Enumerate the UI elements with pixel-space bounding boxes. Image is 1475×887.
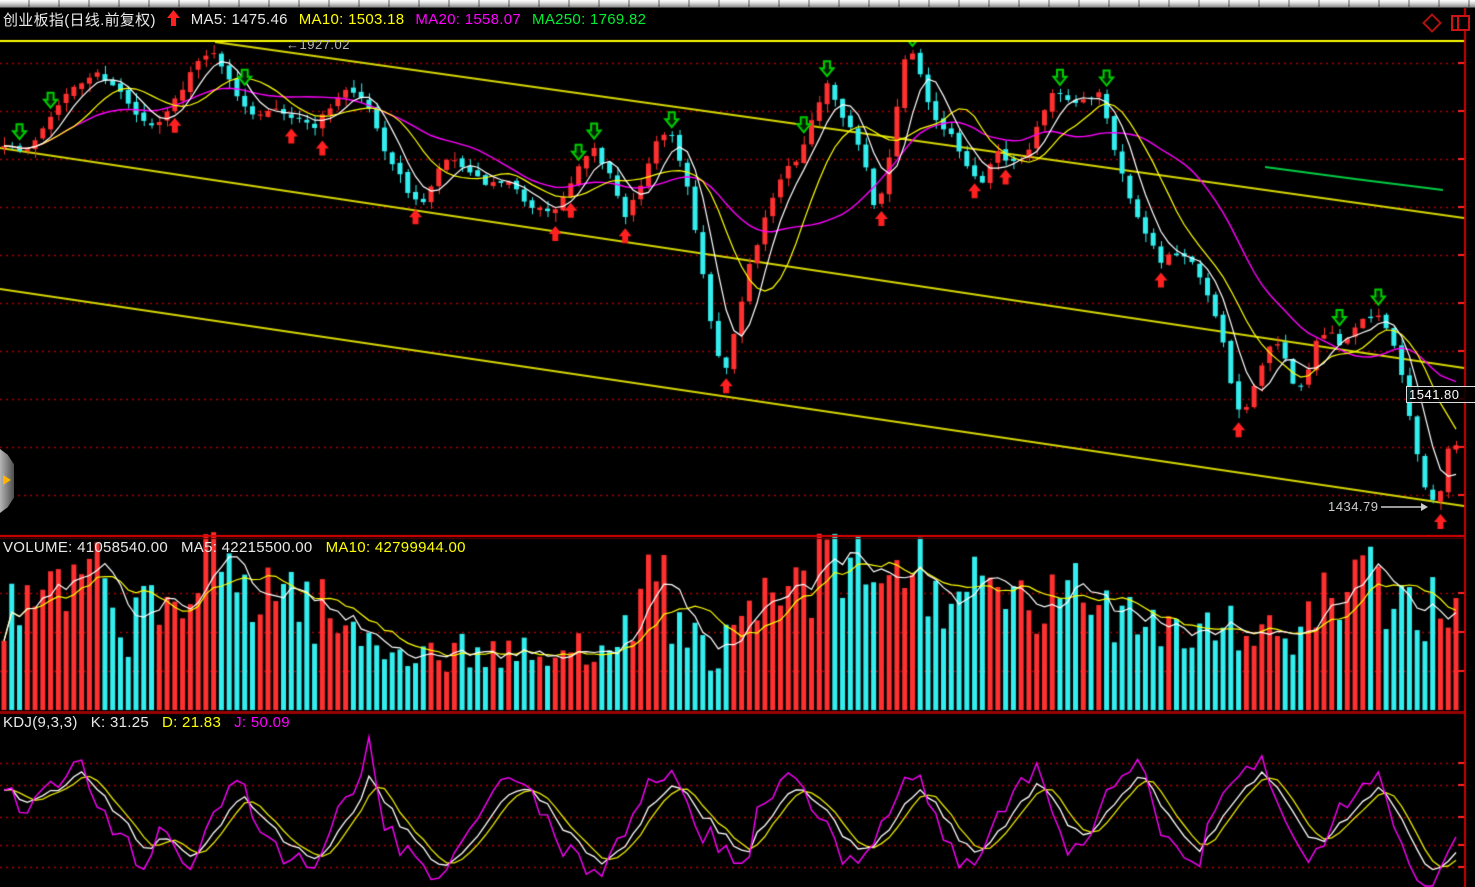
trading-app-window: 创业板指(日线.前复权) MA5: 1475.46 MA10: 1503.18 … <box>0 0 1475 887</box>
diamond-icon[interactable] <box>1422 13 1442 33</box>
volume-ma10-label: MA10: 42799944.00 <box>326 539 466 556</box>
symbol-title: 创业板指(日线.前复权) <box>3 9 156 30</box>
scrollbar-ticks <box>0 0 1475 7</box>
kdj-d-label: D: 21.83 <box>162 714 221 731</box>
expander-triangle-icon <box>3 475 11 485</box>
split-window-icon[interactable] <box>1451 15 1470 31</box>
volume-panel-header: VOLUME: 41058540.00 MA5: 42215500.00 MA1… <box>3 539 466 556</box>
low-pointer-arrow-icon <box>1381 502 1429 512</box>
split-window-divider <box>1457 17 1459 29</box>
top-scrollbar[interactable] <box>0 0 1475 8</box>
last-price-tag: 1541.80 <box>1406 386 1475 403</box>
chart-canvas[interactable] <box>0 0 1475 887</box>
peak-price-label: ←1927.02 <box>286 37 350 52</box>
chart-title-bar: 创业板指(日线.前复权) MA5: 1475.46 MA10: 1503.18 … <box>3 9 646 30</box>
volume-ma5-label: MA5: 42215500.00 <box>181 539 313 556</box>
kdj-j-label: J: 50.09 <box>234 714 290 731</box>
low-price-text: 1434.79 <box>1328 499 1379 514</box>
kdj-indicator-label: KDJ(9,3,3) <box>3 714 78 731</box>
kdj-panel-header: KDJ(9,3,3) K: 31.25 D: 21.83 J: 50.09 <box>3 714 290 731</box>
ma10-legend: MA10: 1503.18 <box>299 11 405 28</box>
ma250-legend: MA250: 1769.82 <box>532 11 646 28</box>
up-arrow-icon <box>167 10 180 30</box>
ma5-legend: MA5: 1475.46 <box>191 11 288 28</box>
kdj-k-label: K: 31.25 <box>91 714 149 731</box>
ma20-legend: MA20: 1558.07 <box>415 11 521 28</box>
title-bar-corner-icons <box>1425 15 1470 31</box>
low-price-label: 1434.79 <box>1328 499 1429 514</box>
volume-value-label: VOLUME: 41058540.00 <box>3 539 168 556</box>
